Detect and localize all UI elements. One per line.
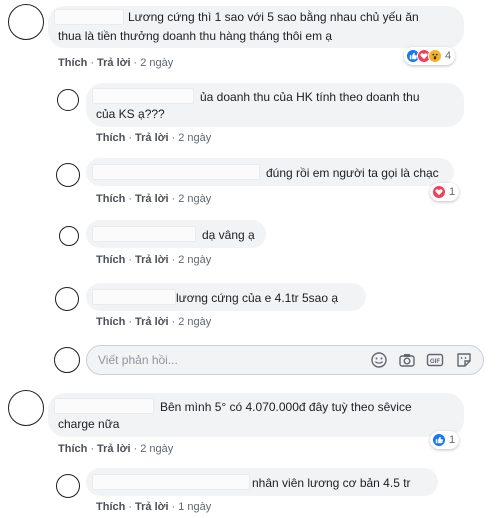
commenter-name-redacted[interactable] (92, 289, 176, 305)
sticker-icon[interactable] (455, 351, 473, 369)
commenter-name-redacted[interactable] (54, 9, 124, 25)
reaction-summary[interactable]: 1 (430, 183, 460, 201)
comment-text: lương cứng của e 4.1tr 5sao ạ (176, 291, 339, 305)
avatar[interactable] (8, 4, 44, 40)
timestamp[interactable]: 2 ngày (140, 57, 173, 69)
reply-link[interactable]: Trả lời (135, 316, 169, 328)
comment-actions: Thích · Trả lời · 2 ngày (58, 57, 174, 69)
reply-link[interactable]: Trả lời (135, 193, 169, 205)
gif-icon[interactable]: GIF (426, 351, 444, 369)
avatar[interactable] (56, 474, 80, 498)
comment-actions: Thích · Trả lời · 2 ngày (58, 443, 174, 455)
like-icon (432, 433, 446, 447)
commenter-name-redacted[interactable] (92, 474, 250, 490)
reply-link[interactable]: Trả lời (135, 132, 169, 144)
comment-actions: Thích · Trả lời · 2 ngày (96, 254, 212, 266)
reaction-count: 4 (445, 50, 452, 62)
timestamp[interactable]: 1 ngày (178, 501, 211, 513)
avatar[interactable] (56, 163, 80, 187)
like-link[interactable]: Thích (96, 316, 125, 328)
like-link[interactable]: Thích (96, 254, 125, 266)
like-link[interactable]: Thích (96, 132, 125, 144)
svg-text:GIF: GIF (430, 359, 440, 365)
timestamp[interactable]: 2 ngày (178, 254, 211, 266)
avatar[interactable] (59, 226, 79, 246)
reply-link[interactable]: Trả lời (97, 443, 131, 455)
reaction-count: 1 (449, 186, 456, 198)
like-link[interactable]: Thích (58, 443, 87, 455)
avatar[interactable] (55, 287, 79, 311)
comment-actions: Thích · Trả lời · 2 ngày (96, 316, 212, 328)
wow-icon (428, 49, 442, 63)
love-icon (432, 185, 446, 199)
comment-text: Lương cứng thì 1 sao với 5 sao bằng nhau… (128, 10, 419, 24)
comment-text: nhân viên lương cơ bản 4.5 tr (252, 476, 411, 490)
timestamp[interactable]: 2 ngày (178, 132, 211, 144)
comment-text: Bên mình 5° có 4.070.000đ đây tuỳ theo s… (160, 400, 412, 414)
timestamp[interactable]: 2 ngày (178, 316, 211, 328)
like-link[interactable]: Thích (96, 193, 125, 205)
timestamp[interactable]: 2 ngày (178, 193, 211, 205)
like-link[interactable]: Thích (96, 501, 125, 513)
comment-text: của KS ạ??? (96, 107, 165, 121)
reply-link[interactable]: Trả lời (97, 57, 131, 69)
comment-text: ủa doanh thu của HK tính theo doanh thu (200, 90, 420, 104)
timestamp[interactable]: 2 ngày (140, 443, 173, 455)
avatar[interactable] (54, 347, 80, 373)
emoji-icon[interactable] (370, 351, 388, 369)
reply-input-placeholder: Viết phản hồi... (98, 353, 178, 367)
like-link[interactable]: Thích (58, 57, 87, 69)
reaction-summary[interactable]: 4 (404, 47, 456, 65)
camera-icon[interactable] (398, 351, 416, 369)
comment-actions: Thích · Trả lời · 1 ngày (96, 501, 212, 513)
reaction-summary[interactable]: 1 (430, 431, 460, 449)
commenter-name-redacted[interactable] (92, 226, 196, 242)
avatar[interactable] (8, 390, 44, 426)
reply-link[interactable]: Trả lời (135, 254, 169, 266)
commenter-name-redacted[interactable] (92, 164, 260, 180)
reply-link[interactable]: Trả lời (135, 501, 169, 513)
commenter-name-redacted[interactable] (92, 88, 194, 104)
comment-text: thua là tiền thưởng doanh thu hàng tháng… (58, 29, 333, 43)
comment-text: đúng rồi em người ta gọi là chạc (266, 166, 439, 180)
commenter-name-redacted[interactable] (54, 398, 154, 414)
avatar[interactable] (57, 89, 79, 111)
comment-actions: Thích · Trả lời · 2 ngày (96, 132, 212, 144)
comment-actions: Thích · Trả lời · 2 ngày (96, 193, 212, 205)
reaction-count: 1 (449, 434, 456, 446)
comment-text: dạ vâng ạ (202, 228, 255, 242)
comment-text: charge nữa (58, 417, 120, 431)
